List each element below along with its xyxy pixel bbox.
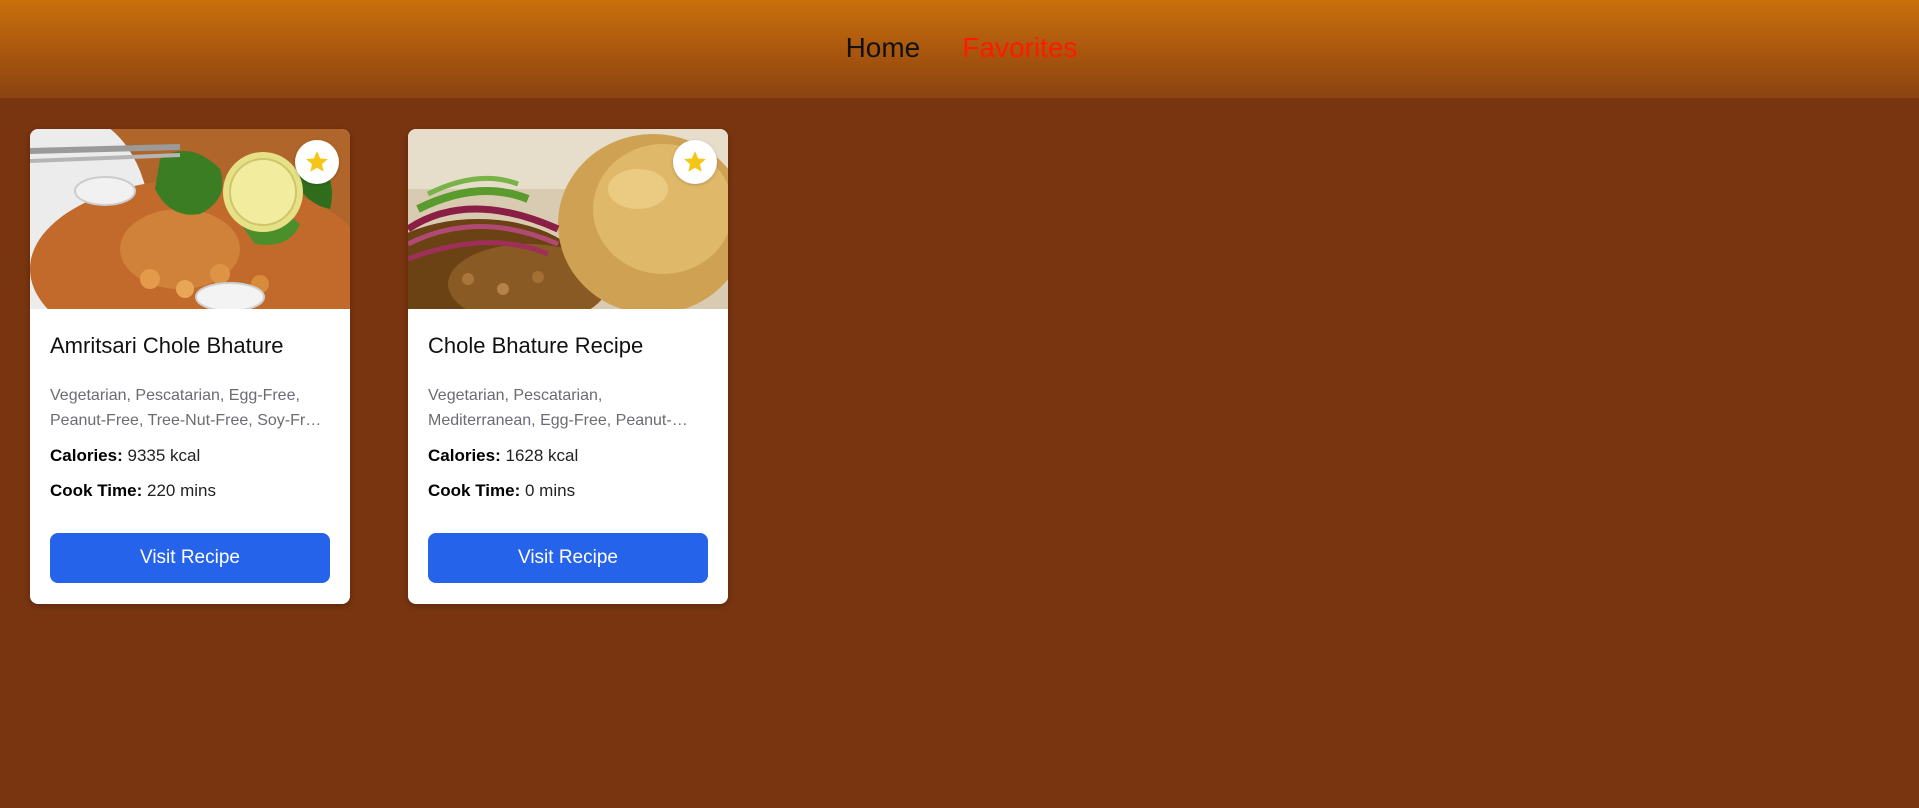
nav-home-link[interactable]: Home [846, 32, 921, 66]
nav-favorites-link[interactable]: Favorites [962, 32, 1077, 66]
recipe-title: Chole Bhature Recipe [428, 333, 644, 358]
favorite-toggle-button[interactable] [295, 140, 339, 184]
cook-time-value: 0 mins [525, 481, 576, 500]
recipe-card: Amritsari Chole Bhature Vegetarian, Pesc… [30, 129, 350, 604]
star-icon [306, 151, 328, 172]
recipe-cook-time: Cook Time: 220 mins [50, 478, 330, 503]
recipe-image-chole-lemon [30, 129, 350, 309]
favorites-grid: Amritsari Chole Bhature Vegetarian, Pesc… [30, 129, 728, 604]
recipe-image-chole-bhatura [408, 129, 728, 309]
recipe-card: Chole Bhature Recipe Vegetarian, Pescata… [408, 129, 728, 604]
cook-time-value: 220 mins [147, 481, 216, 500]
star-icon [684, 151, 706, 172]
recipe-card-body: Chole Bhature Recipe Vegetarian, Pescata… [408, 309, 728, 583]
recipe-title: Amritsari Chole Bhature [50, 333, 284, 358]
calories-value: 9335 kcal [127, 446, 201, 465]
recipe-cook-time: Cook Time: 0 mins [428, 478, 708, 503]
top-navigation: Home Favorites [0, 0, 1919, 98]
visit-recipe-button[interactable]: Visit Recipe [428, 533, 708, 583]
calories-label: Calories: [50, 446, 123, 465]
recipe-calories: Calories: 9335 kcal [50, 443, 330, 468]
recipe-calories: Calories: 1628 kcal [428, 443, 708, 468]
cook-time-label: Cook Time: [428, 481, 521, 500]
calories-value: 1628 kcal [505, 446, 579, 465]
recipe-card-body: Amritsari Chole Bhature Vegetarian, Pesc… [30, 309, 350, 583]
cook-time-label: Cook Time: [50, 481, 143, 500]
calories-label: Calories: [428, 446, 501, 465]
recipe-diet-tags: Vegetarian, Pescatarian, Mediterranean, … [428, 387, 672, 429]
favorite-toggle-button[interactable] [673, 140, 717, 184]
visit-recipe-button[interactable]: Visit Recipe [50, 533, 330, 583]
recipe-diet-tags: Vegetarian, Pescatarian, Egg-Free, Peanu… [50, 387, 328, 429]
